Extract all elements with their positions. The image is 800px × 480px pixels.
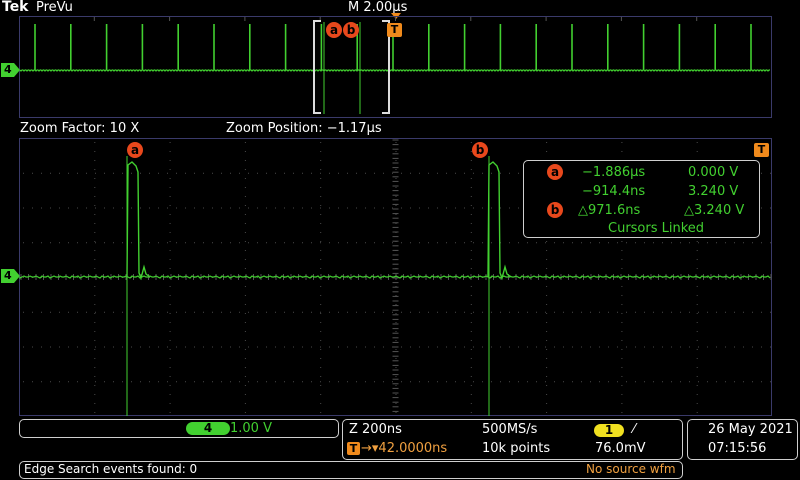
cursors-linked-label: Cursors Linked (608, 221, 705, 236)
datetime-box[interactable]: 26 May 2021 07:15:56 (687, 419, 798, 460)
cursor-delta-voltage: △3.240 V (684, 203, 745, 218)
trigger-source-badge: 1 (594, 424, 624, 437)
trigger-level: 76.0mV (595, 441, 646, 456)
cursor-b-time: −914.4ns (582, 184, 646, 199)
cursor-readout-panel[interactable]: a −1.886µs 0.000 V −914.4ns 3.240 V b △9… (523, 160, 760, 238)
source-warning: No source wfm (586, 462, 676, 476)
channel4-scale: 1.00 V (230, 421, 272, 436)
readout-cursor-a-icon: a (547, 164, 563, 180)
date-display: 26 May 2021 (708, 422, 793, 437)
trigger-delay-icon: T (347, 442, 360, 455)
time-display: 07:15:56 (708, 441, 767, 456)
trigger-delay: →▾42.0000ns (361, 441, 448, 456)
zoom-timebase: Z 200ns (349, 422, 402, 437)
zoom-cursor-a-marker[interactable]: a (127, 142, 143, 158)
zoom-channel4-marker[interactable]: 4 (1, 269, 21, 283)
cursor-b-voltage: 3.240 V (688, 184, 739, 199)
status-bar: Edge Search events found: 0 No source wf… (19, 461, 683, 479)
timebase-box[interactable]: Z 200ns 500MS/s 1 ⁄ T →▾42.0000ns 10k po… (342, 419, 683, 460)
cursor-a-time: −1.886µs (582, 165, 646, 180)
cursor-a-voltage: 0.000 V (688, 165, 739, 180)
zoom-waveform (19, 139, 772, 416)
record-length: 10k points (482, 441, 551, 456)
channel4-badge: 4 (186, 422, 230, 435)
zoom-cursor-b-marker[interactable]: b (472, 142, 488, 158)
sample-rate: 500MS/s (482, 422, 538, 437)
channel4-settings-box[interactable]: 4 1.00 V (19, 419, 339, 438)
cursor-delta-time: △971.6ns (578, 203, 641, 218)
zoom-trigger-marker[interactable]: T (754, 143, 769, 157)
readout-cursor-b-icon: b (547, 202, 563, 218)
search-status: Edge Search events found: 0 (24, 462, 198, 476)
trigger-slope-icon: ⁄ (633, 422, 636, 437)
